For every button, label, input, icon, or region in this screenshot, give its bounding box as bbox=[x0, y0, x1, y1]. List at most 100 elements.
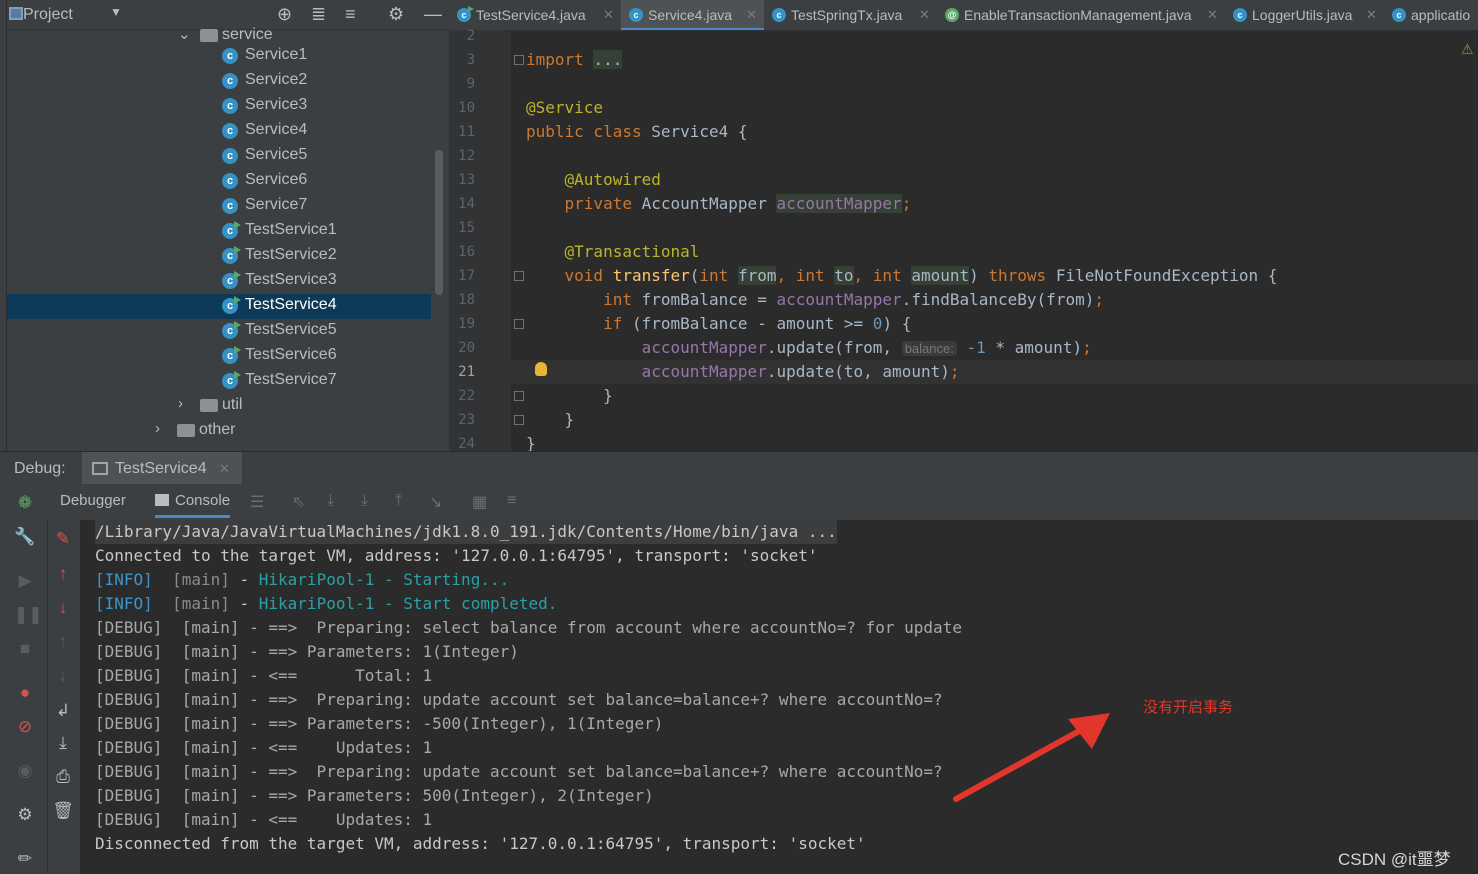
trash-icon[interactable]: 🗑 bbox=[52, 800, 74, 822]
step-into-icon[interactable]: ⤓ bbox=[361, 492, 368, 510]
up-arrow-icon[interactable]: ↑ bbox=[52, 563, 74, 585]
console-line: Connected to the target VM, address: '12… bbox=[95, 546, 818, 565]
expand-all-icon[interactable]: ≣ bbox=[311, 5, 326, 23]
tree-item-testservice6[interactable]: c TestService6 bbox=[7, 344, 431, 369]
wrench-icon[interactable]: 🔧 bbox=[14, 526, 36, 548]
close-icon[interactable]: ✕ bbox=[919, 7, 930, 23]
tree-item-label: Service7 bbox=[245, 196, 308, 213]
step-over-icon[interactable]: ⤓ bbox=[327, 492, 334, 510]
tree-item-testservice4[interactable]: c TestService4 bbox=[7, 294, 431, 319]
code-line-21: accountMapper.update(to, amount); bbox=[641, 362, 960, 381]
fold-marker[interactable] bbox=[514, 319, 524, 329]
tree-folder-other[interactable]: › other bbox=[7, 419, 431, 444]
code-line-17: void transfer(int from, int to, int amou… bbox=[564, 266, 1278, 285]
tree-item-service7[interactable]: c Service7 bbox=[7, 194, 431, 219]
up-stack-icon[interactable]: ↑ bbox=[52, 631, 74, 653]
tree-item-label: TestService5 bbox=[245, 321, 337, 338]
step-out-icon[interactable]: ⤒ bbox=[395, 492, 402, 510]
bug-icon[interactable]: ❁ bbox=[14, 492, 36, 514]
tab-testservice4-java[interactable]: c TestService4.java ✕ bbox=[449, 0, 621, 30]
close-icon[interactable]: ✕ bbox=[603, 7, 614, 23]
debug-session-tab[interactable]: TestService4 ✕ bbox=[82, 452, 242, 485]
code-line-19: if (fromBalance - amount >= 0) { bbox=[603, 314, 912, 333]
fold-marker[interactable] bbox=[514, 271, 524, 281]
class-run-icon: c bbox=[222, 346, 241, 364]
run-to-cursor-icon[interactable]: ↘ bbox=[429, 492, 442, 512]
warning-icon[interactable]: ⚠ bbox=[1461, 41, 1474, 58]
down-stack-icon[interactable]: ↓ bbox=[52, 665, 74, 687]
lightbulb-icon[interactable] bbox=[535, 362, 547, 376]
console-line: [DEBUG] [main] - ==> Parameters: -500(In… bbox=[95, 714, 664, 733]
tree-scrollbar[interactable] bbox=[435, 150, 443, 295]
close-icon[interactable]: ✕ bbox=[219, 461, 230, 477]
hide-icon[interactable]: — bbox=[424, 5, 442, 23]
down-arrow-icon[interactable]: ↓ bbox=[52, 597, 74, 619]
console-line: [INFO] [main] - HikariPool-1 - Start com… bbox=[95, 592, 557, 616]
console-line: /Library/Java/JavaVirtualMachines/jdk1.8… bbox=[95, 520, 837, 544]
clear-all-icon[interactable]: ✎ bbox=[52, 528, 74, 550]
tab-testspringtx-java[interactable]: c TestSpringTx.java ✕ bbox=[764, 0, 937, 30]
resume-icon[interactable]: ▶ bbox=[14, 570, 36, 592]
locate-icon[interactable]: ⊕ bbox=[277, 5, 292, 23]
tree-item-label: Service3 bbox=[245, 96, 308, 113]
tree-item-testservice1[interactable]: c TestService1 bbox=[7, 219, 431, 244]
fold-marker[interactable] bbox=[514, 55, 524, 65]
tree-item-testservice2[interactable]: c TestService2 bbox=[7, 244, 431, 269]
menu-icon[interactable]: ☰ bbox=[250, 492, 264, 512]
fold-marker[interactable] bbox=[514, 391, 524, 401]
trace-icon[interactable]: ≡ bbox=[507, 492, 516, 510]
evaluate-icon[interactable]: ▦ bbox=[472, 492, 487, 512]
settings-icon[interactable]: ⚙ bbox=[14, 804, 36, 826]
tree-item-testservice7[interactable]: c TestService7 bbox=[7, 369, 431, 394]
code-editor[interactable]: ⚠ import ... @Service public class Servi… bbox=[511, 31, 1478, 451]
view-breakpoints-icon[interactable]: ● bbox=[14, 682, 36, 704]
tab-enabletransactionmanagement-java[interactable]: @ EnableTransactionManagement.java ✕ bbox=[937, 0, 1225, 30]
chevron-right-icon[interactable]: › bbox=[155, 420, 160, 437]
tree-item-service6[interactable]: c Service6 bbox=[7, 169, 431, 194]
tree-item-service5[interactable]: c Service5 bbox=[7, 144, 431, 169]
chevron-down-icon[interactable]: ⌄ bbox=[178, 25, 191, 43]
tree-item-testservice5[interactable]: c TestService5 bbox=[7, 319, 431, 344]
code-line-18: int fromBalance = accountMapper.findBala… bbox=[603, 290, 1104, 309]
watermark: CSDN @it噩梦 bbox=[1338, 850, 1451, 869]
log-level: [INFO] bbox=[95, 594, 153, 613]
tab-loggerutils-java[interactable]: c LoggerUtils.java ✕ bbox=[1225, 0, 1384, 30]
pause-icon[interactable]: ❚❚ bbox=[14, 604, 43, 626]
pin-icon[interactable]: ✏ bbox=[14, 848, 36, 870]
collapse-all-icon[interactable]: ≡ bbox=[345, 5, 356, 23]
tree-item-label: other bbox=[199, 421, 236, 438]
tab-label: applicatio bbox=[1411, 7, 1471, 23]
tree-item-testservice3[interactable]: c TestService3 bbox=[7, 269, 431, 294]
tab-label: TestSpringTx.java bbox=[791, 7, 903, 23]
tree-item-service4[interactable]: c Service4 bbox=[7, 119, 431, 144]
tab-console[interactable]: Console bbox=[155, 492, 231, 518]
scroll-to-end-icon[interactable]: ⤓ bbox=[52, 732, 74, 754]
code-line-20: accountMapper.update(from, balance: -1 *… bbox=[641, 338, 1092, 357]
tree-item-service1[interactable]: c Service1 bbox=[7, 44, 431, 69]
close-icon[interactable]: ✕ bbox=[1207, 7, 1218, 23]
project-title[interactable]: Project bbox=[23, 6, 73, 24]
config-icon: c bbox=[1392, 8, 1406, 22]
close-icon[interactable]: ✕ bbox=[1366, 7, 1377, 23]
mute-breakpoints-icon[interactable]: ⊘ bbox=[14, 716, 36, 738]
tab-service4-java[interactable]: c Service4.java ✕ bbox=[621, 0, 764, 30]
print-icon[interactable]: ⎙ bbox=[52, 766, 74, 788]
tab-debugger[interactable]: Debugger bbox=[60, 492, 126, 509]
class-run-icon: c bbox=[222, 371, 241, 389]
camera-icon[interactable]: ◉ bbox=[14, 760, 36, 782]
close-icon[interactable]: ✕ bbox=[746, 7, 757, 23]
tab-applicatio[interactable]: c applicatio bbox=[1384, 0, 1478, 30]
show-execution-point-icon[interactable]: ⇖ bbox=[292, 492, 305, 512]
gear-icon[interactable]: ⚙ bbox=[388, 5, 404, 23]
chevron-down-icon[interactable]: ▼ bbox=[110, 5, 122, 19]
soft-wrap-icon[interactable]: ↲ bbox=[52, 700, 74, 722]
stop-icon[interactable]: ■ bbox=[14, 638, 36, 660]
chevron-right-icon[interactable]: › bbox=[178, 395, 183, 412]
debug-header: Debug: TestService4 ✕ bbox=[0, 451, 1478, 485]
tree-item-service2[interactable]: c Service2 bbox=[7, 69, 431, 94]
fold-marker[interactable] bbox=[514, 415, 524, 425]
tree-folder-util[interactable]: › util bbox=[7, 394, 431, 419]
console-line: [INFO] [main] - HikariPool-1 - Starting.… bbox=[95, 568, 509, 592]
console-output[interactable]: /Library/Java/JavaVirtualMachines/jdk1.8… bbox=[80, 520, 1478, 874]
tree-item-service3[interactable]: c Service3 bbox=[7, 94, 431, 119]
